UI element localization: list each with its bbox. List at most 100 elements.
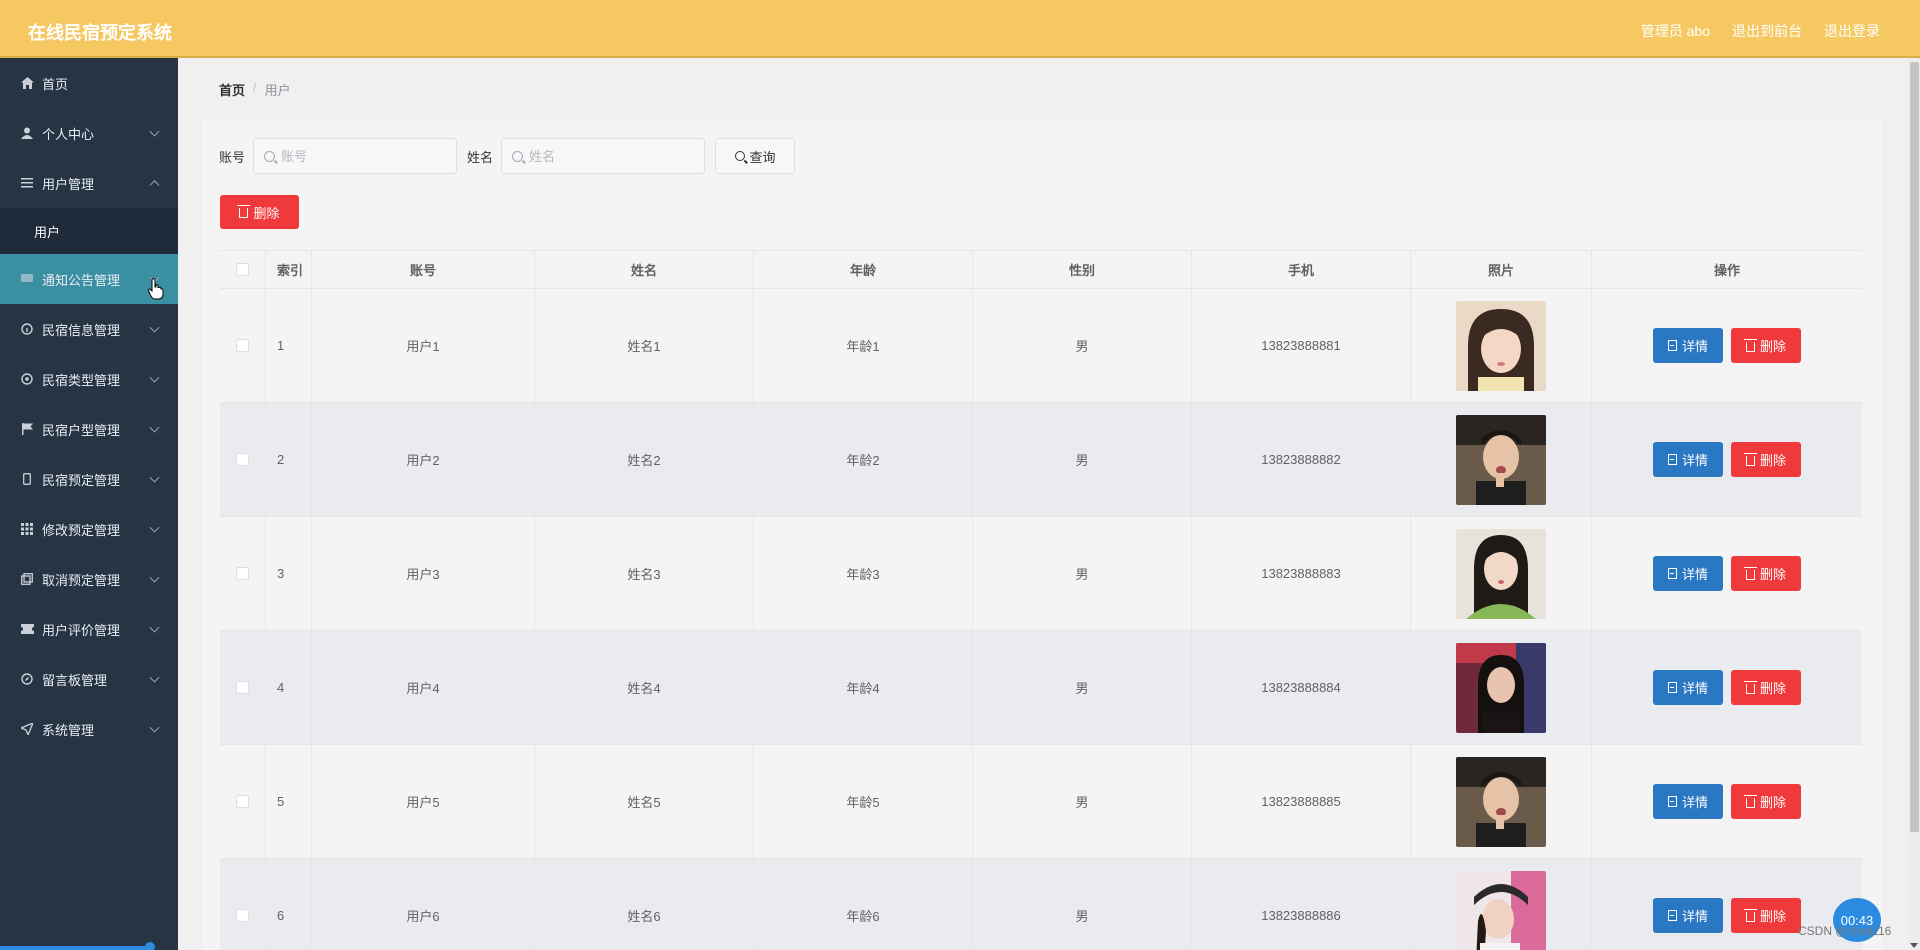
document-icon	[1667, 340, 1677, 351]
column-header-age: 年龄	[754, 251, 973, 288]
detail-label: 详情	[1681, 681, 1708, 696]
detail-button[interactable]: 详情	[1653, 784, 1723, 819]
document-icon	[1667, 682, 1677, 693]
chevron-down-icon	[149, 372, 160, 383]
sidebar-item-label: 系统管理	[42, 722, 95, 738]
sidebar-item-cancel-booking[interactable]: 取消预定管理	[0, 554, 178, 604]
cell-phone: 13823888884	[1192, 631, 1411, 744]
account-search-field[interactable]	[253, 138, 458, 174]
cell-index: 6	[266, 859, 312, 950]
user-photo[interactable]	[1456, 756, 1546, 847]
sidebar-subitem-users[interactable]: 用户	[0, 208, 178, 254]
trash-icon	[1743, 338, 1757, 352]
sidebar-item-message-board[interactable]: 留言板管理	[0, 654, 178, 704]
sidebar-item-home[interactable]: 首页	[0, 58, 178, 108]
column-header-account: 账号	[312, 251, 535, 288]
sidebar-item-personal-center[interactable]: 个人中心	[0, 108, 178, 158]
scrollbar-thumb[interactable]	[1910, 62, 1919, 832]
delete-button[interactable]: 删除	[1731, 442, 1801, 477]
chevron-down-icon	[149, 522, 160, 533]
account-search-input[interactable]	[281, 148, 452, 164]
detail-button[interactable]: 详情	[1653, 328, 1723, 363]
cell-photo	[1411, 403, 1592, 516]
detail-button[interactable]: 详情	[1653, 670, 1723, 705]
cell-index: 2	[266, 403, 312, 516]
sidebar-item-label: 民宿预定管理	[42, 472, 121, 488]
cell-age: 年龄5	[754, 745, 973, 858]
header-links: 管理员 abo 退出到前台 退出登录	[1641, 21, 1880, 41]
document-icon	[1667, 910, 1677, 921]
video-progress-bar[interactable]	[0, 946, 150, 950]
user-photo[interactable]	[1456, 642, 1546, 733]
cell-phone: 13823888881	[1192, 289, 1411, 402]
row-checkbox[interactable]	[236, 567, 249, 580]
sidebar-item-room-type[interactable]: 民宿户型管理	[0, 404, 178, 454]
query-button[interactable]: 查询	[715, 138, 796, 174]
front-page-link[interactable]: 退出到前台	[1732, 21, 1802, 41]
cell-photo	[1411, 859, 1592, 950]
detail-button[interactable]: 详情	[1653, 442, 1723, 477]
breadcrumb-home[interactable]: 首页	[219, 80, 245, 99]
user-photo[interactable]	[1456, 528, 1546, 619]
scroll-down-arrow-icon[interactable]	[1910, 943, 1918, 948]
copy-icon	[20, 572, 34, 586]
user-photo[interactable]	[1456, 414, 1546, 505]
cell-age: 年龄1	[754, 289, 973, 402]
logout-link[interactable]: 退出登录	[1824, 21, 1880, 41]
user-table: 索引 账号 姓名 年龄 性别 手机 照片 操作 1 用户1 姓名1 年龄1 男 …	[220, 250, 1862, 950]
cell-gender: 男	[973, 289, 1192, 402]
user-photo[interactable]	[1456, 870, 1546, 950]
sidebar-item-system-management[interactable]: 系统管理	[0, 704, 178, 754]
name-search-input[interactable]	[529, 148, 700, 164]
cell-actions: 详情 删除	[1592, 289, 1862, 402]
sidebar-item-label: 用户	[34, 224, 61, 240]
select-all-checkbox[interactable]	[236, 263, 249, 276]
chevron-down-icon	[149, 572, 160, 583]
row-select-cell	[220, 517, 266, 630]
sidebar-item-modify-booking[interactable]: 修改预定管理	[0, 504, 178, 554]
delete-button[interactable]: 删除	[1731, 328, 1801, 363]
cell-name: 姓名3	[535, 517, 754, 630]
delete-button[interactable]: 删除	[1731, 898, 1801, 933]
cell-gender: 男	[973, 403, 1192, 516]
sidebar-item-user-reviews[interactable]: 用户评价管理	[0, 604, 178, 654]
row-checkbox[interactable]	[236, 681, 249, 694]
cell-age: 年龄3	[754, 517, 973, 630]
detail-label: 详情	[1681, 339, 1708, 354]
search-icon	[734, 151, 745, 161]
row-checkbox[interactable]	[236, 909, 249, 922]
delete-button[interactable]: 删除	[1731, 784, 1801, 819]
detail-button[interactable]: 详情	[1653, 556, 1723, 591]
chevron-down-icon	[149, 126, 160, 137]
detail-button[interactable]: 详情	[1653, 898, 1723, 933]
row-checkbox[interactable]	[236, 453, 249, 466]
sidebar-item-user-management[interactable]: 用户管理	[0, 158, 178, 208]
column-header-name: 姓名	[535, 251, 754, 288]
bulk-delete-button[interactable]: 删除	[220, 195, 299, 229]
cell-name: 姓名6	[535, 859, 754, 950]
delete-label: 删除	[1759, 453, 1786, 468]
list-icon	[20, 176, 34, 190]
document-icon	[1667, 796, 1677, 807]
trash-icon	[1743, 452, 1757, 466]
delete-button[interactable]: 删除	[1731, 670, 1801, 705]
name-search-label: 姓名	[467, 149, 494, 165]
table-row: 2 用户2 姓名2 年龄2 男 13823888882 详情 删除	[220, 403, 1862, 517]
cell-age: 年龄2	[754, 403, 973, 516]
name-search-field[interactable]	[501, 138, 706, 174]
chevron-up-icon	[149, 180, 160, 191]
sidebar-item-homestay-type[interactable]: 民宿类型管理	[0, 354, 178, 404]
trash-icon	[1743, 566, 1757, 580]
delete-button[interactable]: 删除	[1731, 556, 1801, 591]
row-checkbox[interactable]	[236, 339, 249, 352]
page-scrollbar[interactable]	[1908, 58, 1920, 950]
video-progress-handle[interactable]	[145, 942, 155, 950]
user-photo[interactable]	[1456, 300, 1546, 391]
row-checkbox[interactable]	[236, 795, 249, 808]
ticket-icon	[20, 622, 34, 636]
sidebar-item-booking-management[interactable]: 民宿预定管理	[0, 454, 178, 504]
cell-phone: 13823888886	[1192, 859, 1411, 950]
table-header: 索引 账号 姓名 年龄 性别 手机 照片 操作	[220, 251, 1862, 289]
cell-index: 4	[266, 631, 312, 744]
sidebar-item-homestay-info[interactable]: 民宿信息管理	[0, 304, 178, 354]
